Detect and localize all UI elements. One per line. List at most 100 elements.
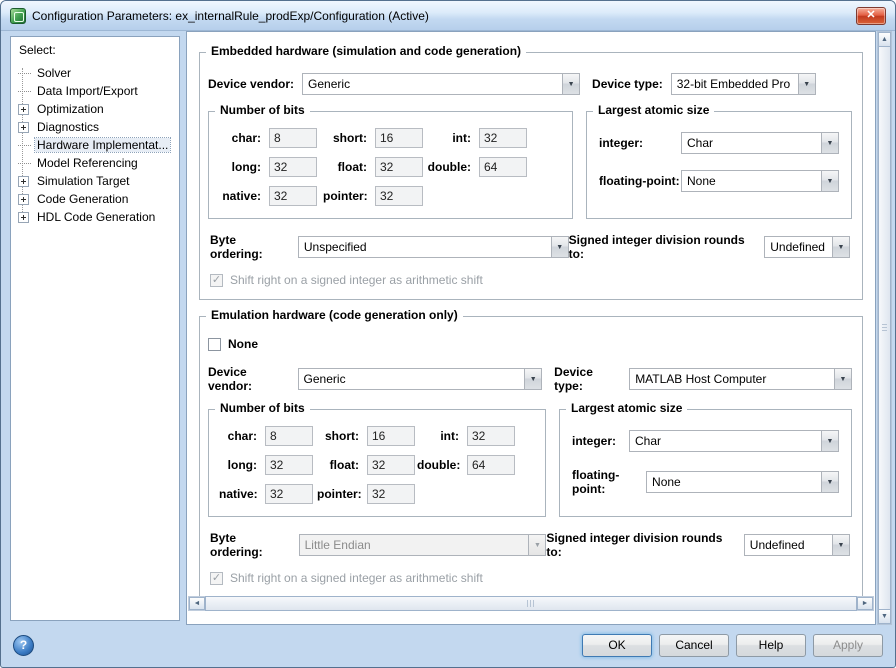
device-vendor-select[interactable]: Generic ▼ [302,73,581,95]
configuration-parameters-window: Configuration Parameters: ex_internalRul… [0,0,896,668]
bit-field-label: long: [227,458,257,472]
window-title: Configuration Parameters: ex_internalRul… [32,8,429,23]
bit-field-input [375,128,423,148]
signed-division-select[interactable]: Undefined ▼ [743,534,850,556]
bit-field-label: char: [227,429,257,443]
emulation-hardware-group-title: Emulation hardware (code generation only… [206,308,463,322]
scroll-left-button[interactable]: ◄ [189,597,205,610]
bit-field-input [467,455,515,475]
scroll-down-button[interactable]: ▼ [878,609,891,624]
sidebar-item-solver[interactable]: Solver [18,64,173,82]
byte-ordering-select[interactable]: Unspecified ▼ [297,236,569,258]
chevron-down-icon: ▼ [832,535,849,555]
check-icon: ✓ [211,273,222,286]
vertical-scrollbar[interactable]: ▲ ▼ [877,31,892,625]
shift-right-checkbox: ✓ [210,273,223,287]
integer-atomic-select[interactable]: Char ▼ [681,132,839,154]
device-type-select[interactable]: MATLAB Host Computer ▼ [629,368,853,390]
apply-button: Apply [813,633,883,657]
device-type-label: Device type: [554,365,593,393]
sidebar-item-optimization[interactable]: Optimization [18,100,173,118]
shift-right-label: Shift right on a signed integer as arith… [230,273,483,287]
category-tree: Solver Data Import/Export Optimization D… [17,64,173,226]
largest-atomic-size-group: Largest atomic size integer: Char ▼ floa… [586,103,852,219]
largest-atomic-size-title: Largest atomic size [593,103,715,117]
bit-field-input [265,426,313,446]
scroll-right-button[interactable]: ► [857,597,873,610]
sidebar-item-diagnostics[interactable]: Diagnostics [18,118,173,136]
none-checkbox[interactable] [208,337,221,351]
sidebar-item-model-referencing[interactable]: Model Referencing [18,154,173,172]
dialog-body: Select: Solver Data Import/Export Optimi… [4,31,892,625]
byte-ordering-select: Little Endian ▼ [298,534,547,556]
expand-plus-icon[interactable] [18,211,29,223]
chevron-down-icon: ▼ [821,133,838,153]
bit-field-label: float: [329,458,359,472]
close-icon: ✕ [866,9,876,21]
cancel-button[interactable]: Cancel [659,633,729,657]
ok-button[interactable]: OK [582,633,652,657]
expand-plus-icon[interactable] [18,193,29,205]
expand-plus-icon[interactable] [18,175,29,187]
bit-field-input [269,128,317,148]
signed-division-select[interactable]: Undefined ▼ [764,236,850,258]
tree-connector [18,162,31,164]
bit-field-label: char: [231,131,261,145]
chevron-down-icon: ▼ [834,369,852,389]
horizontal-scrollbar-thumb[interactable] [205,596,857,611]
expand-plus-icon[interactable] [18,103,29,115]
check-icon: ✓ [211,571,222,584]
chevron-down-icon: ▼ [821,472,838,492]
scroll-right-icon: ► [861,600,869,607]
chevron-down-icon: ▼ [821,171,838,191]
chevron-down-icon: ▼ [821,431,838,451]
bit-field-label: short: [333,131,367,145]
close-button[interactable]: ✕ [856,6,886,25]
device-type-select[interactable]: 32-bit Embedded Pro ▼ [670,73,816,95]
largest-atomic-size-title: Largest atomic size [566,401,688,415]
help-button[interactable]: Help [736,633,806,657]
bit-field-label: native: [222,189,261,203]
bit-field-input [479,157,527,177]
bit-field-input [367,484,415,504]
context-help-button[interactable]: ? [13,634,34,656]
chevron-down-icon: ▼ [550,237,568,257]
chevron-down-icon: ▼ [524,369,542,389]
select-tree-panel: Select: Solver Data Import/Export Optimi… [10,36,180,621]
bit-field-input [269,186,317,206]
integer-atomic-label: integer: [599,136,644,150]
bit-field-label: short: [325,429,359,443]
embedded-hardware-group: Embedded hardware (simulation and code g… [199,44,863,300]
embedded-hardware-group-title: Embedded hardware (simulation and code g… [206,44,527,58]
bit-field-input [367,455,415,475]
chevron-down-icon: ▼ [528,535,546,555]
expand-plus-icon[interactable] [18,121,29,133]
sidebar-item-hardware-implementation[interactable]: Hardware Implementat... [18,136,173,154]
vertical-scrollbar-thumb[interactable] [878,46,891,610]
none-checkbox-label: None [228,337,258,351]
emulation-hardware-group: Emulation hardware (code generation only… [199,308,863,598]
device-vendor-select[interactable]: Generic ▼ [297,368,543,390]
sidebar-item-data-import-export[interactable]: Data Import/Export [18,82,173,100]
floating-point-atomic-label: floating-point: [599,174,680,188]
signed-division-label: Signed integer division rounds to: [568,233,745,261]
byte-ordering-label: Byte ordering: [210,531,263,559]
bit-field-label: int: [440,429,459,443]
sidebar-item-hdl-code-generation[interactable]: HDL Code Generation [18,208,173,226]
number-of-bits-title: Number of bits [215,103,310,117]
signed-division-label: Signed integer division rounds to: [546,531,723,559]
tree-connector [18,90,31,92]
floating-point-atomic-label: floating-point: [572,468,620,496]
bit-field-label: native: [219,487,258,501]
dialog-footer: ? OK Cancel Help Apply [4,626,892,664]
scroll-up-button[interactable]: ▲ [878,32,891,47]
horizontal-scrollbar[interactable]: ◄ ► [188,596,874,611]
integer-atomic-select[interactable]: Char ▼ [629,430,839,452]
sidebar-item-simulation-target[interactable]: Simulation Target [18,172,173,190]
chevron-down-icon: ▼ [832,237,849,257]
number-of-bits-title: Number of bits [215,401,310,415]
floating-point-atomic-select[interactable]: None ▼ [681,170,839,192]
sidebar-item-code-generation[interactable]: Code Generation [18,190,173,208]
bit-field-input [467,426,515,446]
floating-point-atomic-select[interactable]: None ▼ [646,471,839,493]
